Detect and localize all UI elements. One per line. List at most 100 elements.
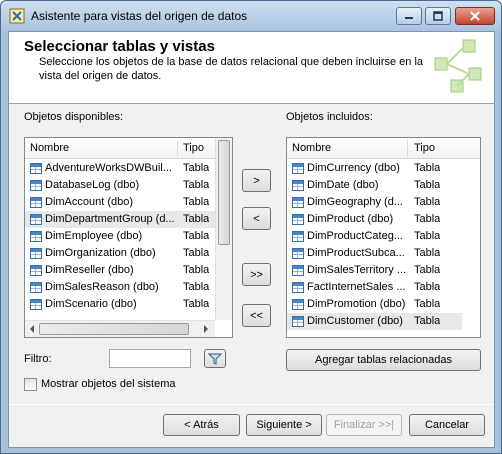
column-header-name[interactable]: Nombre — [292, 142, 331, 154]
table-row[interactable]: DimReseller (dbo) Tabla — [25, 262, 215, 279]
table-row[interactable]: DimScenario (dbo) Tabla — [25, 296, 215, 313]
finish-button[interactable]: Finalizar >>| — [326, 414, 402, 436]
table-row[interactable]: DimPromotion (dbo) Tabla — [287, 296, 462, 313]
row-name: DimOrganization (dbo) — [45, 247, 156, 259]
row-type: Tabla — [414, 247, 441, 259]
filter-input[interactable] — [109, 349, 191, 368]
row-name: AdventureWorksDWBuil... — [45, 162, 172, 174]
row-name: FactInternetSales ... — [307, 281, 406, 293]
table-row[interactable]: AdventureWorksDWBuil... Tabla — [25, 160, 215, 177]
available-vertical-scrollbar[interactable] — [215, 138, 232, 320]
table-icon — [292, 248, 304, 259]
row-name: DimProductCateg... — [307, 230, 403, 242]
table-row[interactable]: DatabaseLog (dbo) Tabla — [25, 177, 215, 194]
row-type: Tabla — [414, 298, 441, 310]
row-name: DatabaseLog (dbo) — [45, 179, 140, 191]
available-objects-list[interactable]: Nombre Tipo AdventureWorksDWBuil... Tabla… — [24, 137, 233, 338]
row-name: DimCurrency (dbo) — [307, 162, 400, 174]
filter-label: Filtro: — [24, 353, 52, 365]
row-name: DimPromotion (dbo) — [307, 298, 406, 310]
table-row[interactable]: DimDepartmentGroup (d... Tabla — [25, 211, 215, 228]
table-row[interactable]: DimProduct (dbo) Tabla — [287, 211, 462, 228]
table-row[interactable]: DimSalesReason (dbo) Tabla — [25, 279, 215, 296]
row-type: Tabla — [414, 281, 441, 293]
row-type: Tabla — [183, 298, 210, 310]
column-header-type[interactable]: Tipo — [183, 142, 204, 154]
remove-selected-button[interactable]: < — [242, 207, 271, 230]
table-row[interactable]: DimAccount (dbo) Tabla — [25, 194, 215, 211]
apply-filter-button[interactable] — [204, 349, 226, 368]
table-icon — [30, 282, 42, 293]
included-objects-list[interactable]: Nombre Tipo DimCurrency (dbo) Tabla DimDat… — [286, 137, 481, 338]
scroll-thumb[interactable] — [39, 323, 189, 335]
minimize-icon — [405, 17, 413, 19]
table-icon — [292, 231, 304, 242]
row-name: DimScenario (dbo) — [45, 298, 137, 310]
available-list-header: Nombre Tipo — [25, 138, 232, 159]
filter-icon — [208, 353, 222, 365]
table-row[interactable]: DimGeography (d... Tabla — [287, 194, 462, 211]
table-row[interactable]: DimOrganization (dbo) Tabla — [25, 245, 215, 262]
row-type: Tabla — [183, 230, 210, 242]
column-header-name[interactable]: Nombre — [30, 142, 69, 154]
show-system-objects-label[interactable]: Mostrar objetos del sistema — [41, 378, 176, 390]
row-type: Tabla — [183, 247, 210, 259]
remove-all-button[interactable]: << — [242, 304, 271, 327]
row-type: Tabla — [414, 179, 441, 191]
table-icon — [30, 299, 42, 310]
row-type: Tabla — [183, 213, 210, 225]
minimize-button[interactable] — [396, 7, 422, 25]
column-divider[interactable] — [177, 140, 178, 157]
table-icon — [292, 299, 304, 310]
table-row[interactable]: DimProductCateg... Tabla — [287, 228, 462, 245]
close-button[interactable] — [455, 7, 495, 25]
table-icon — [292, 265, 304, 276]
maximize-button[interactable] — [425, 7, 451, 25]
row-type: Tabla — [183, 264, 210, 276]
table-icon — [292, 163, 304, 174]
table-row[interactable]: DimCurrency (dbo) Tabla — [287, 160, 462, 177]
available-objects-label: Objetos disponibles: — [24, 111, 124, 123]
title-bar[interactable]: Asistente para vistas del origen de dato… — [1, 1, 501, 31]
row-name: DimCustomer (dbo) — [307, 315, 403, 327]
included-objects-label: Objetos incluidos: — [286, 111, 373, 123]
row-type: Tabla — [183, 179, 210, 191]
close-icon — [470, 11, 480, 21]
row-type: Tabla — [414, 162, 441, 174]
available-horizontal-scrollbar[interactable] — [25, 320, 215, 337]
column-header-type[interactable]: Tipo — [414, 142, 435, 154]
row-name: DimSalesTerritory ... — [307, 264, 407, 276]
scroll-right-icon[interactable] — [201, 324, 211, 334]
row-name: DimReseller (dbo) — [45, 264, 134, 276]
page-description: Seleccione los objetos de la base de dat… — [39, 56, 424, 82]
table-row[interactable]: DimSalesTerritory ... Tabla — [287, 262, 462, 279]
add-related-tables-button[interactable]: Agregar tablas relacionadas — [286, 349, 481, 371]
scroll-thumb[interactable] — [218, 140, 230, 245]
table-icon — [30, 180, 42, 191]
table-icon — [292, 197, 304, 208]
scroll-left-icon[interactable] — [27, 324, 37, 334]
table-row[interactable]: FactInternetSales ... Tabla — [287, 279, 462, 296]
page-title: Seleccionar tablas y vistas — [24, 38, 215, 55]
table-row[interactable]: DimDate (dbo) Tabla — [287, 177, 462, 194]
included-list-header: Nombre Tipo — [287, 138, 480, 159]
column-divider[interactable] — [407, 140, 408, 157]
table-row[interactable]: DimEmployee (dbo) Tabla — [25, 228, 215, 245]
table-row[interactable]: DimCustomer (dbo) Tabla — [287, 313, 462, 330]
row-name: DimProduct (dbo) — [307, 213, 394, 225]
cancel-button[interactable]: Cancelar — [409, 414, 485, 436]
table-row[interactable]: DimProductSubca... Tabla — [287, 245, 462, 262]
footer-divider — [9, 404, 494, 405]
add-selected-button[interactable]: > — [242, 169, 271, 192]
table-icon — [30, 163, 42, 174]
row-name: DimAccount (dbo) — [45, 196, 134, 208]
show-system-objects-checkbox[interactable] — [24, 378, 37, 391]
row-type: Tabla — [414, 230, 441, 242]
row-type: Tabla — [414, 315, 441, 327]
table-icon — [30, 248, 42, 259]
add-all-button[interactable]: >> — [242, 263, 271, 286]
next-button[interactable]: Siguiente > — [246, 414, 322, 436]
back-button[interactable]: < Atrás — [163, 414, 240, 436]
row-name: DimEmployee (dbo) — [45, 230, 143, 242]
row-type: Tabla — [183, 196, 210, 208]
